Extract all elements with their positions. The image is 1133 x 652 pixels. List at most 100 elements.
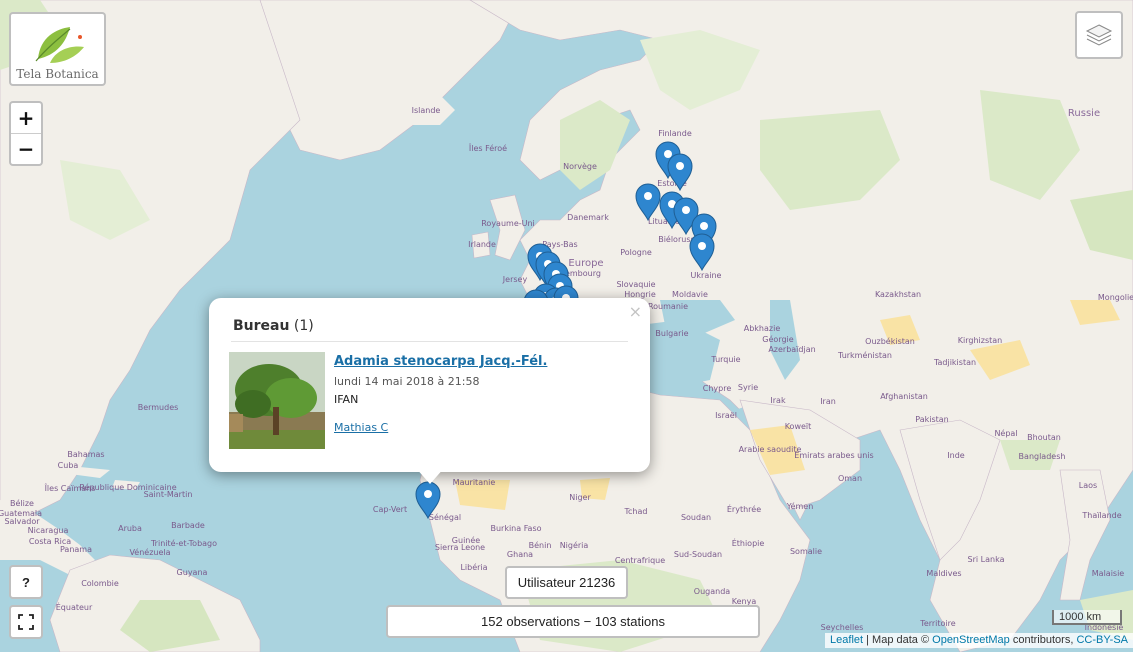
zoom-in-button[interactable]: +	[11, 103, 41, 134]
attribution-text: | Map data ©	[863, 634, 933, 646]
logo-text: Tela Botanica	[16, 67, 99, 81]
place-label: Islande	[412, 106, 441, 115]
leaflet-link[interactable]: Leaflet	[830, 634, 863, 646]
scale-bar: 1000 km	[1052, 610, 1122, 625]
place-label: Kirghizstan	[958, 336, 1002, 345]
place-label: Équateur	[56, 601, 93, 612]
place-label: Bénin	[529, 540, 552, 550]
place-label: Ghana	[507, 550, 533, 559]
place-label: Salvador	[4, 517, 40, 526]
place-label: Niger	[569, 493, 591, 502]
place-label: Irak	[770, 396, 786, 405]
place-label: Éthiopie	[732, 537, 765, 548]
popup-count: (1)	[293, 318, 314, 334]
popup-divider	[231, 341, 628, 342]
place-label: Europe	[568, 258, 603, 269]
place-label: Bulgarie	[655, 329, 688, 338]
place-label: Bhoutan	[1027, 433, 1061, 442]
place-label: Nigéria	[560, 540, 589, 550]
stats-label: 152 observations − 103 stations	[386, 605, 760, 638]
place-label: Russie	[1068, 108, 1100, 119]
place-label: Centrafrique	[615, 556, 665, 565]
fullscreen-button[interactable]	[9, 605, 43, 639]
tela-botanica-logo[interactable]: Tela Botanica	[9, 12, 106, 86]
place-label: Soudan	[681, 513, 711, 522]
place-label: Azerbaïdjan	[768, 345, 815, 354]
place-label: Iran	[820, 397, 836, 406]
species-link[interactable]: Adamia stenocarpa Jacq.-Fél.	[334, 354, 547, 369]
place-label: Vénézuela	[129, 547, 170, 557]
layers-button[interactable]	[1075, 11, 1123, 59]
zoom-control: + −	[9, 101, 43, 166]
place-label: Guyana	[177, 568, 208, 577]
user-label: Utilisateur 21236	[505, 566, 628, 599]
place-label: Érythrée	[727, 503, 761, 514]
place-label: Finlande	[658, 129, 692, 138]
place-label: Turkménistan	[837, 350, 892, 360]
place-label: Koweït	[785, 422, 812, 431]
place-label: Sierra Leone	[435, 543, 485, 552]
place-label: Moldavie	[672, 290, 708, 299]
place-label: Inde	[947, 451, 965, 460]
place-label: Seychelles	[821, 623, 864, 632]
place-label: Bélize	[10, 498, 34, 508]
place-label: Slovaquie	[616, 280, 655, 289]
observer-link[interactable]: Mathias C	[334, 421, 388, 434]
place-label: Émirats arabes unis	[794, 449, 873, 460]
place-label: Pologne	[620, 248, 652, 257]
layers-icon	[1085, 24, 1113, 46]
place-label: Thaïlande	[1081, 511, 1121, 520]
leaf-icon	[35, 27, 84, 63]
place-label: Syrie	[738, 383, 758, 392]
place-label: Bahamas	[67, 450, 104, 459]
place-label: Yémen	[786, 501, 814, 511]
place-label: Ukraine	[691, 271, 722, 280]
help-button[interactable]: ?	[9, 565, 43, 599]
place-label: Tchad	[624, 507, 648, 516]
place-label: Abkhazie	[744, 324, 781, 333]
place-label: Pakistan	[915, 415, 949, 424]
place-label: Laos	[1079, 481, 1097, 490]
place-label: Sud-Soudan	[674, 550, 722, 559]
place-label: Oman	[838, 474, 862, 483]
place-label: Bangladesh	[1019, 452, 1066, 461]
place-label: Ouzbékistan	[865, 336, 915, 346]
place-label: Aruba	[118, 524, 142, 533]
place-label: Saint-Martin	[144, 490, 193, 499]
place-label: Irlande	[468, 240, 496, 249]
place-label: Jersey	[502, 275, 528, 284]
place-label: Libéria	[460, 562, 487, 572]
place-label: Népal	[994, 428, 1017, 438]
place-label: Maldives	[926, 569, 961, 578]
place-label: Somalie	[790, 547, 822, 556]
place-label: Arabie saoudite	[739, 445, 802, 454]
place-label: Tadjikistan	[933, 358, 976, 367]
place-label: Ouganda	[694, 587, 730, 596]
osm-link[interactable]: OpenStreetMap	[932, 634, 1010, 646]
place-label: Îles Féroé	[468, 142, 507, 153]
place-label: Norvège	[563, 161, 597, 171]
place-label: Chypre	[703, 384, 732, 393]
place-label: Territoire	[919, 619, 955, 628]
place-label: Panama	[60, 545, 92, 554]
place-label: Turquie	[710, 355, 740, 364]
license-link[interactable]: CC-BY-SA	[1076, 634, 1128, 646]
place-label: Burkina Faso	[490, 524, 541, 533]
observation-photo[interactable]	[229, 352, 325, 449]
place-label: Royaume-Uni	[481, 219, 535, 228]
place-label: Cap-Vert	[373, 505, 407, 514]
place-label: Cuba	[58, 461, 79, 470]
place-label: Mongolie	[1098, 293, 1133, 302]
observation-date: lundi 14 mai 2018 à 21:58	[334, 375, 480, 388]
place-label: Danemark	[567, 213, 609, 222]
observation-place: IFAN	[334, 393, 359, 406]
place-label: Sénégal	[429, 512, 461, 522]
place-label: Roumanie	[648, 302, 688, 311]
place-label: Mauritanie	[453, 478, 496, 487]
popup-close-button[interactable]: ×	[629, 302, 642, 321]
zoom-out-button[interactable]: −	[11, 134, 41, 164]
popup-title: Bureau (1)	[233, 318, 314, 334]
observation-popup: × Bureau (1) Adamia stenocarpa Jacq.-Fél…	[209, 298, 650, 472]
attribution-contributors: contributors,	[1009, 634, 1077, 646]
attribution: Leaflet | Map data © OpenStreetMap contr…	[825, 633, 1133, 648]
